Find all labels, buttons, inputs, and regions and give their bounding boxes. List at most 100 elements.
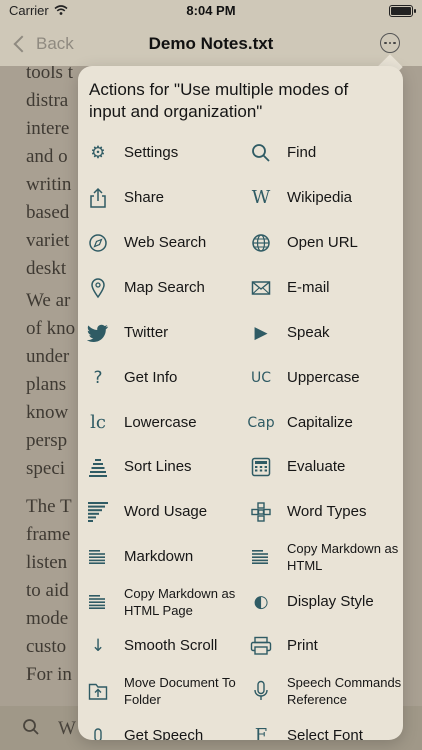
twitter-bird-icon: [87, 322, 109, 344]
speech-icon: [87, 725, 109, 740]
document-line: We ar: [26, 290, 71, 311]
action-copy-markdown-as-html-page[interactable]: Copy Markdown as HTML Page: [87, 582, 237, 622]
action-label: Word Usage: [124, 503, 208, 520]
action-settings[interactable]: ⚙ Settings: [87, 133, 237, 173]
action-label: Word Types: [287, 503, 367, 520]
compass-icon: [87, 232, 109, 254]
action-label: Markdown: [124, 548, 194, 565]
action-lowercase[interactable]: lc Lowercase: [87, 403, 237, 443]
action-speech-commands-reference[interactable]: Speech Commands Reference: [250, 671, 402, 711]
action-label: Copy Markdown as HTML: [287, 541, 399, 573]
sort-lines-icon: [87, 456, 109, 478]
action-label: Get Info: [124, 369, 178, 386]
action-get-info[interactable]: ? Get Info: [87, 358, 237, 398]
word-types-icon: [250, 501, 272, 523]
action-label: Select Font: [287, 727, 363, 740]
action-e-mail[interactable]: E-mail: [250, 268, 402, 308]
document-line: custo: [26, 636, 67, 657]
action-label: Share: [124, 189, 165, 206]
status-time: 8:04 PM: [186, 3, 236, 18]
action-label: Speech Commands Reference: [287, 675, 402, 707]
document-line: frame: [26, 524, 71, 545]
action-move-document-to-folder[interactable]: Move Document To Folder: [87, 671, 237, 711]
action-display-style[interactable]: ◐ Display Style: [250, 582, 402, 622]
document-line: intere: [26, 118, 70, 139]
globe-icon: [250, 232, 272, 254]
action-capitalize[interactable]: Cap Capitalize: [247, 403, 402, 443]
action-map-search[interactable]: Map Search: [87, 268, 237, 308]
document-line: writin: [26, 174, 72, 195]
action-speak[interactable]: ▶ Speak: [250, 313, 402, 353]
action-label: Sort Lines: [124, 458, 192, 475]
question-mark-icon: ?: [93, 367, 103, 388]
action-label: Find: [287, 144, 317, 161]
action-evaluate[interactable]: Evaluate: [250, 447, 402, 487]
copy-markdown-page-icon: [87, 591, 109, 613]
gear-icon: ⚙: [90, 142, 106, 163]
envelope-icon: [250, 277, 272, 299]
action-open-url[interactable]: Open URL: [250, 223, 402, 263]
play-icon: ▶: [254, 322, 268, 343]
ellipsis-icon: [384, 41, 387, 45]
action-sort-lines[interactable]: Sort Lines: [87, 447, 237, 487]
document-line: persp: [26, 430, 68, 451]
action-copy-markdown-as-html[interactable]: Copy Markdown as HTML: [250, 537, 402, 577]
action-wikipedia[interactable]: W Wikipedia: [250, 178, 402, 218]
action-word-usage[interactable]: Word Usage: [87, 492, 237, 532]
action-word-types[interactable]: Word Types: [250, 492, 402, 532]
action-label: Open URL: [287, 234, 358, 251]
action-label: Wikipedia: [287, 189, 353, 206]
action-smooth-scroll[interactable]: ↓ Smooth Scroll: [87, 626, 237, 666]
arrow-down-icon: ↓: [90, 635, 106, 656]
action-label: Get Speech: [124, 727, 204, 740]
document-line: For in: [26, 664, 72, 685]
action-label: Map Search: [124, 279, 205, 296]
action-label: E-mail: [287, 279, 330, 296]
document-line: tools t: [26, 66, 73, 83]
action-label: Lowercase: [124, 414, 197, 431]
status-bar: Carrier 8:04 PM: [0, 0, 422, 24]
document-line: to aid: [26, 580, 69, 601]
action-uppercase[interactable]: UC Uppercase: [250, 358, 402, 398]
action-web-search[interactable]: Web Search: [87, 223, 237, 263]
action-label: Web Search: [124, 234, 207, 251]
calculator-icon: [250, 456, 272, 478]
action-print[interactable]: Print: [250, 626, 402, 666]
action-label: Copy Markdown as HTML Page: [124, 586, 236, 618]
action-share[interactable]: Share: [87, 178, 237, 218]
action-label: Uppercase: [287, 369, 360, 386]
action-label: Display Style: [287, 593, 374, 610]
action-label: Capitalize: [287, 414, 353, 431]
search-icon[interactable]: [22, 718, 40, 736]
more-actions-button[interactable]: [380, 33, 400, 53]
action-label: Twitter: [124, 324, 169, 341]
uppercase-icon: UC: [250, 370, 272, 386]
action-markdown[interactable]: Markdown: [87, 537, 237, 577]
action-get-speech[interactable]: Get Speech: [87, 716, 237, 740]
action-select-font[interactable]: F Select Font: [250, 716, 402, 741]
move-to-folder-icon: [87, 680, 109, 702]
action-label: Move Document To Folder: [124, 675, 236, 707]
action-twitter[interactable]: Twitter: [87, 313, 237, 353]
document-line: speci: [26, 458, 66, 479]
action-label: Smooth Scroll: [124, 637, 218, 654]
action-find[interactable]: Find: [250, 133, 402, 173]
share-icon: [87, 187, 109, 209]
document-line: listen: [26, 552, 68, 573]
document-line: plans: [26, 374, 67, 395]
lowercase-icon: lc: [90, 412, 106, 433]
document-line: of kno: [26, 318, 76, 339]
page-title: Demo Notes.txt: [148, 34, 274, 53]
navigation-bar: Back Demo Notes.txt: [0, 24, 422, 66]
wikipedia-icon: W: [251, 187, 271, 208]
markdown-icon: [87, 546, 109, 568]
document-line: mode: [26, 608, 69, 629]
microphone-icon: [250, 680, 272, 702]
wikipedia-toolbar-icon[interactable]: W: [58, 718, 76, 740]
document-line: and o: [26, 146, 68, 167]
action-label: Print: [287, 637, 318, 654]
document-line: know: [26, 402, 69, 423]
document-line: deskt: [26, 258, 67, 279]
document-line: based: [26, 202, 70, 223]
magnifier-icon: [250, 142, 272, 164]
